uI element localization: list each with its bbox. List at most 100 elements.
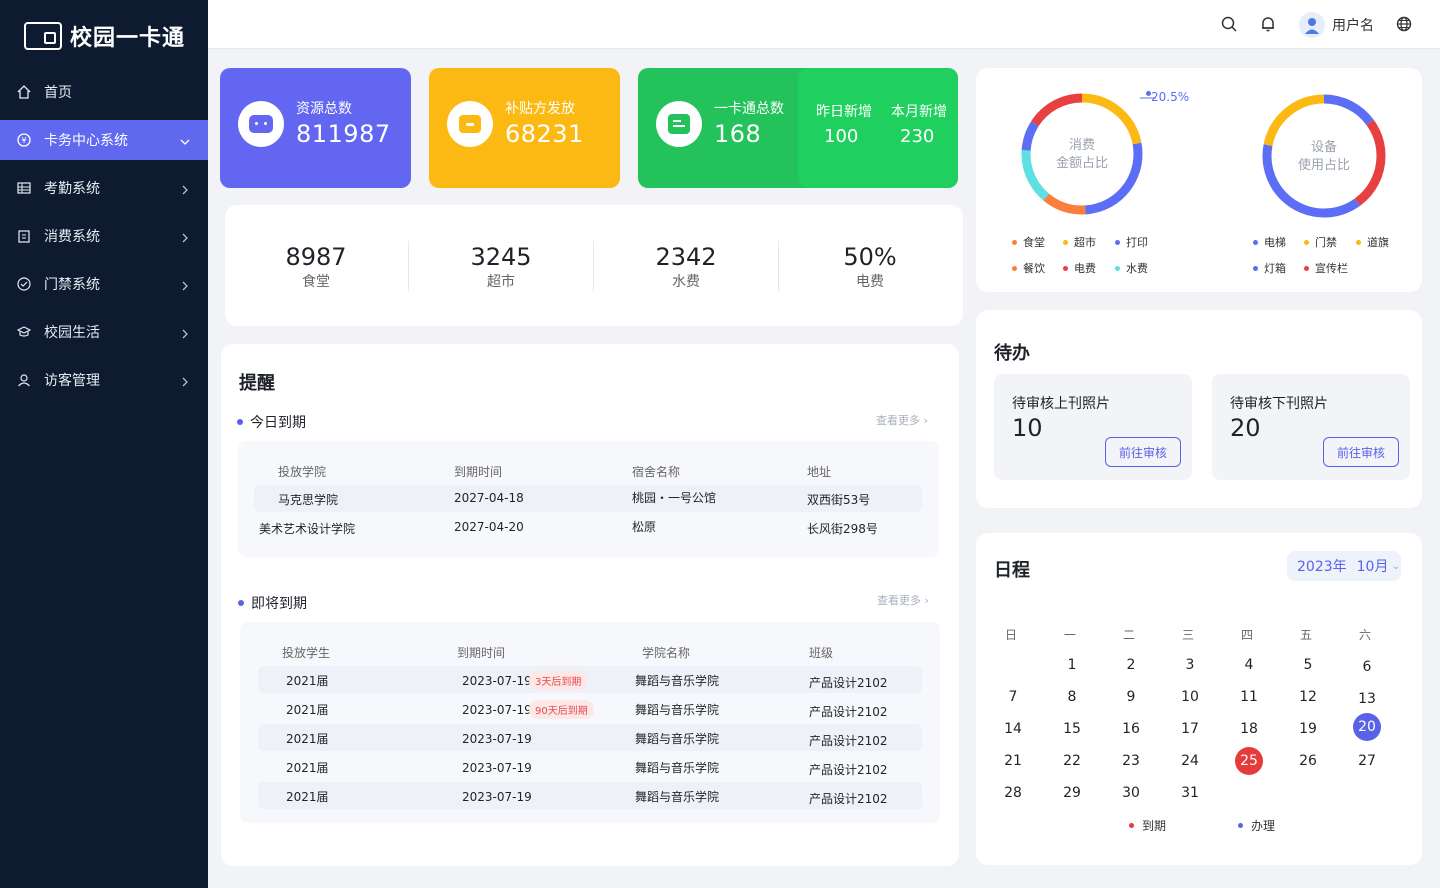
- calendar-day[interactable]: 20: [1353, 713, 1381, 741]
- mini-stats-card: 8987 食堂 3245 超市 2342 水费 50% 电费: [225, 205, 963, 326]
- legend-item: 灯箱: [1253, 260, 1286, 276]
- calendar-day[interactable]: 1: [1057, 651, 1087, 679]
- table-cell: 2023-07-19: [462, 790, 532, 804]
- table-header: 宿舍名称: [632, 465, 681, 479]
- calendar-day[interactable]: 25: [1235, 747, 1263, 775]
- legend-item: 道旗: [1356, 234, 1389, 250]
- review-button[interactable]: 前往审核: [1105, 437, 1181, 467]
- chevron-right-icon: [180, 231, 190, 243]
- legend-item: 门禁: [1304, 234, 1337, 250]
- header: 用户名: [208, 0, 1440, 49]
- table-cell: 2023-07-19: [462, 761, 532, 775]
- today-more-link[interactable]: 查看更多 ›: [876, 412, 928, 428]
- calendar-day[interactable]: 29: [1057, 779, 1087, 807]
- calendar-day[interactable]: 21: [998, 747, 1028, 775]
- calendar-day[interactable]: 11: [1234, 683, 1264, 711]
- sidebar-item-2[interactable]: 考勤系统: [0, 168, 208, 208]
- chevron-down-icon: ⌄: [1391, 560, 1400, 572]
- legend-dot: [1304, 239, 1309, 245]
- table-cell: 松原: [632, 520, 657, 534]
- table-cell: 舞蹈与音乐学院: [635, 761, 720, 775]
- calendar-day[interactable]: 16: [1116, 715, 1146, 743]
- legend-label: 食堂: [1023, 236, 1045, 249]
- calendar-day[interactable]: 2: [1116, 651, 1146, 679]
- calendar-day[interactable]: 17: [1175, 715, 1205, 743]
- month-label: 10月: [1356, 559, 1389, 575]
- calendar-day[interactable]: 24: [1175, 747, 1205, 775]
- calendar-day[interactable]: 31: [1175, 779, 1205, 807]
- calendar-legend-item: 办理: [1238, 817, 1275, 834]
- donut-center-label: 消费 金额占比: [1042, 137, 1122, 173]
- calendar-day[interactable]: 30: [1116, 779, 1146, 807]
- legend-item: 水费: [1115, 260, 1148, 276]
- month-select[interactable]: 2023年 10月 ⌄: [1287, 551, 1401, 581]
- sidebar-item-0[interactable]: 首页: [0, 72, 208, 112]
- globe-icon[interactable]: [1396, 16, 1412, 32]
- stat-card-cards[interactable]: 一卡通总数 168 昨日新增 100 本月新增 230: [638, 68, 958, 188]
- weekday-label: 日: [1004, 628, 1017, 642]
- bell-icon[interactable]: [1259, 15, 1277, 33]
- username[interactable]: 用户名: [1332, 15, 1374, 35]
- sidebar-item-5[interactable]: 校园生活: [0, 312, 208, 352]
- stat-card-subsidy[interactable]: 补贴方发放 68231: [429, 68, 620, 188]
- donut-center-label: 设备 使用占比: [1284, 139, 1364, 175]
- mini-stat-2: 2342 水费: [626, 243, 746, 291]
- legend-label: 超市: [1074, 236, 1096, 249]
- stat-card-resources[interactable]: 资源总数 811987: [220, 68, 411, 188]
- sidebar-item-label: 首页: [44, 85, 72, 101]
- wallet-icon: [447, 101, 493, 147]
- calendar-day[interactable]: 7: [998, 683, 1028, 711]
- user-icon: [16, 372, 32, 388]
- avatar[interactable]: [1299, 12, 1325, 38]
- sidebar-item-label: 卡务中心系统: [44, 133, 128, 149]
- table-header: 投放学院: [278, 465, 327, 479]
- table-cell: 2023-07-19: [462, 674, 532, 688]
- calendar-day[interactable]: 27: [1352, 747, 1382, 775]
- table-cell: 2021届: [286, 703, 329, 717]
- calendar-day[interactable]: 6: [1352, 653, 1382, 681]
- legend-dot: [1063, 239, 1068, 245]
- sidebar: 校园一卡通 首页 ¥ 卡务中心系统 考勤系统 消费系统 门禁系统 校园生活 访客管理: [0, 0, 208, 888]
- sidebar-item-3[interactable]: 消费系统: [0, 216, 208, 256]
- clipboard-icon: [16, 228, 32, 244]
- calendar-day[interactable]: 13: [1352, 685, 1382, 713]
- calendar-day[interactable]: 22: [1057, 747, 1087, 775]
- calendar-day[interactable]: 8: [1057, 683, 1087, 711]
- sidebar-item-1[interactable]: ¥ 卡务中心系统: [0, 120, 208, 160]
- calendar-day[interactable]: 14: [998, 715, 1028, 743]
- calendar-day[interactable]: 15: [1057, 715, 1087, 743]
- legend-label: 水费: [1126, 262, 1148, 275]
- sidebar-item-6[interactable]: 访客管理: [0, 360, 208, 400]
- calendar-day[interactable]: 12: [1293, 683, 1323, 711]
- table-cell: 产品设计2102: [809, 705, 888, 719]
- review-button[interactable]: 前往审核: [1323, 437, 1399, 467]
- legend-item: 宣传栏: [1304, 260, 1348, 276]
- card-icon: [656, 101, 702, 147]
- calendar-day[interactable]: 19: [1293, 715, 1323, 743]
- table-cell: 马克思学院: [278, 493, 339, 507]
- calendar-day[interactable]: 18: [1234, 715, 1264, 743]
- search-icon[interactable]: [1220, 15, 1238, 33]
- soon-more-link[interactable]: 查看更多 ›: [877, 592, 929, 608]
- calendar-day[interactable]: 4: [1234, 651, 1264, 679]
- calendar-day[interactable]: 10: [1175, 683, 1205, 711]
- more-label: 查看更多: [877, 594, 921, 607]
- robot-icon: [238, 101, 284, 147]
- sidebar-item-4[interactable]: 门禁系统: [0, 264, 208, 304]
- legend-dot: [1012, 239, 1017, 245]
- legend-dot: [1129, 823, 1134, 828]
- calendar-day[interactable]: 23: [1116, 747, 1146, 775]
- calendar-day[interactable]: 9: [1116, 683, 1146, 711]
- donut-label-line: 设备: [1310, 140, 1337, 155]
- weekday-label: 四: [1240, 628, 1253, 642]
- calendar-day[interactable]: 3: [1175, 651, 1205, 679]
- soon-title: 即将到期: [238, 593, 307, 613]
- table-cell: 舞蹈与音乐学院: [635, 674, 720, 688]
- calendar-day[interactable]: 28: [998, 779, 1028, 807]
- legend-label: 餐饮: [1023, 262, 1045, 275]
- legend-item: 餐饮: [1012, 260, 1045, 276]
- calendar-day[interactable]: 5: [1293, 651, 1323, 679]
- calendar-day[interactable]: 26: [1293, 747, 1323, 775]
- table-cell: 舞蹈与音乐学院: [635, 732, 720, 746]
- yesterday-value: 100: [824, 126, 859, 147]
